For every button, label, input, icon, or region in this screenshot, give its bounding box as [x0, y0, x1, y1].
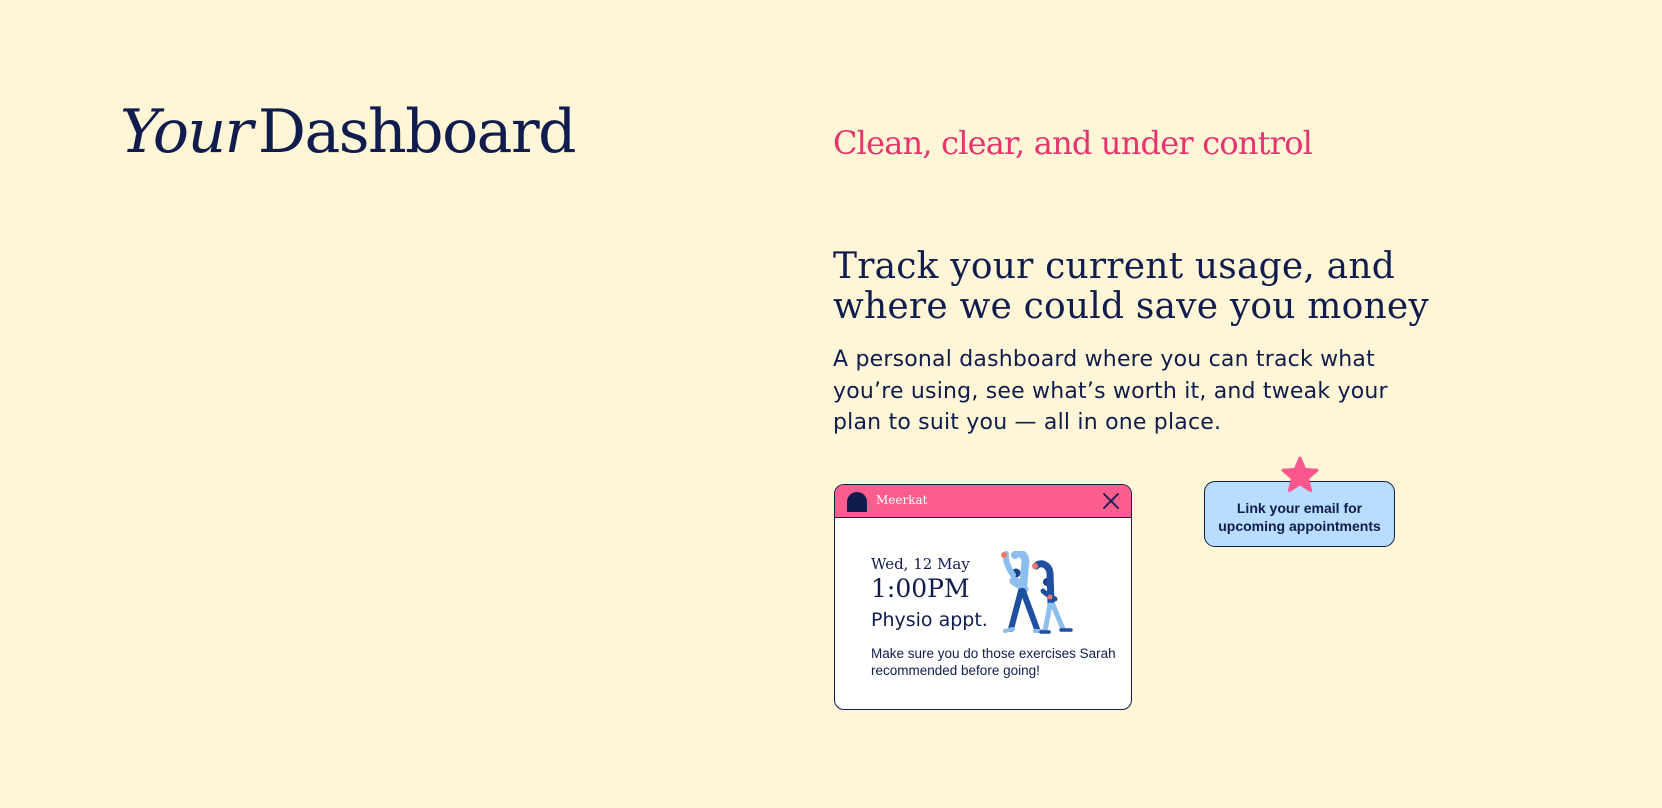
- page-title: Your Dashboard: [120, 97, 577, 167]
- appointment-date: Wed, 12 May: [871, 555, 970, 573]
- tagline: Clean, clear, and under control: [833, 124, 1313, 162]
- notification-app-name: Meerkat: [876, 493, 928, 507]
- appointment-notification-card: Meerkat Wed, 12 May 1:00PM Physio appt. …: [834, 484, 1132, 710]
- notification-header: Meerkat: [835, 485, 1131, 518]
- description: A personal dashboard where you can track…: [833, 347, 1388, 435]
- link-email-label: Link your email for upcoming appointment…: [1218, 500, 1381, 534]
- meerkat-logo-icon: [847, 492, 867, 512]
- exercise-illustration: [995, 551, 1079, 637]
- appointment-title: Physio appt.: [871, 609, 988, 631]
- page-title-rest: Dashboard: [257, 97, 577, 167]
- page-title-italic: Your: [120, 97, 253, 167]
- appointment-note: Make sure you do those exercises Sarah r…: [871, 646, 1116, 678]
- headline: Track your current usage, and where we c…: [833, 246, 1429, 327]
- appointment-time: 1:00PM: [871, 574, 970, 603]
- close-icon[interactable]: [1100, 490, 1122, 512]
- star-icon: [1280, 456, 1320, 496]
